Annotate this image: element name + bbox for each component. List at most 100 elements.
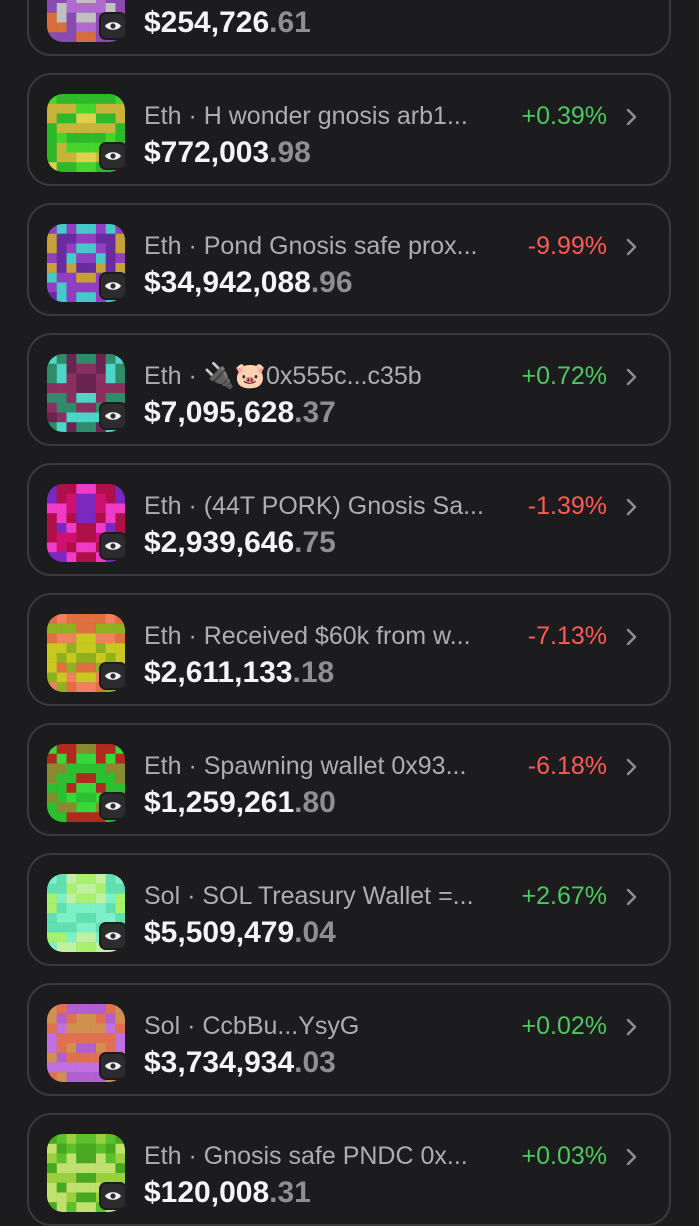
wallet-name: SOL Treasury Wallet =... [202,882,474,910]
balance-cents: .61 [269,6,311,39]
balance-cents: .31 [269,1176,311,1209]
change-percent: +0.02% [521,1012,608,1040]
wallet-balance: $2,611,133.18 [144,655,334,691]
chevron-right-icon [625,367,639,387]
eye-icon [99,12,127,40]
balance-cents: .37 [294,396,336,429]
eye-icon [99,532,127,560]
wallet-name: CcbBu...YsyG [202,1012,360,1040]
chain-name: Sol [144,1012,181,1040]
eye-icon [99,402,127,430]
wallet-label: Eth · (44T PORK) Gnosis Sa... [144,491,504,521]
wallet-card[interactable]: Eth · Gnosis safe PNDC 0x... $120,008.31 +… [27,1113,671,1226]
balance-cents: .03 [294,1046,336,1079]
wallet-label: Eth · H wonder gnosis arb1... [144,101,504,131]
wallet-card[interactable]: Sol · CcbBu...YsyG $3,734,934.03 +0.02% [27,983,671,1096]
wallet-label: Eth · Received $60k from w... [144,621,504,651]
wallet-balance: $2,939,646.75 [144,525,336,561]
wallet-card[interactable]: Sol · SOL Treasury Wallet =... $5,509,479… [27,853,671,966]
separator-dot: · [181,232,204,260]
chevron-right-icon [625,237,639,257]
eye-icon [99,792,127,820]
balance-whole: $34,942,088 [144,266,311,299]
separator-dot: · [180,1012,203,1040]
balance-whole: $2,939,646 [144,526,295,559]
separator-dot: · [181,622,204,650]
chevron-right-icon [625,107,639,127]
balance-cents: .98 [269,136,311,169]
eye-icon [99,1182,127,1210]
wallet-label: Eth · 🔌🐷0x555c...c35b [144,361,504,391]
wallet-label: Eth · Gnosis safe PNDC 0x... [144,1141,504,1171]
change-percent: +0.72% [521,362,608,390]
balance-cents: .75 [294,526,336,559]
wallet-card[interactable]: Eth · Pond Gnosis safe prox... $34,942,08… [27,203,671,316]
wallet-card[interactable]: Eth · Received $60k from w... $2,611,133.… [27,593,671,706]
eye-icon [99,272,127,300]
balance-whole: $2,611,133 [144,656,293,689]
wallet-label: Eth · Spawning wallet 0x93... [144,751,504,781]
balance-whole: $7,095,628 [144,396,295,429]
separator-dot: · [181,102,204,130]
eye-icon [99,1052,127,1080]
wallet-balance: $772,003.98 [144,135,311,171]
balance-whole: $254,726 [144,6,270,39]
separator-dot: · [181,1142,204,1170]
wallet-balance: $34,942,088.96 [144,265,353,301]
change-percent: +0.03% [521,1142,608,1170]
wallet-card[interactable]: Eth · Spawning wallet 0x93... $1,259,261.… [27,723,671,836]
balance-whole: $772,003 [144,136,270,169]
separator-dot: · [181,752,204,780]
wallet-balance: $5,509,479.04 [144,915,336,951]
wallet-name: Pond Gnosis safe prox... [203,232,478,260]
change-percent: +0.39% [521,102,608,130]
chain-name: Eth [144,492,182,520]
wallet-name: 0x555c...c35b [266,362,422,390]
wallet-name: Gnosis safe PNDC 0x... [203,1142,468,1170]
wallet-name: Received $60k from w... [203,622,471,650]
chevron-right-icon [625,757,639,777]
change-percent: -9.99% [527,232,607,260]
chevron-right-icon [625,887,639,907]
wallet-label: Eth · Pond Gnosis safe prox... [144,231,504,261]
eye-icon [99,922,127,950]
wallet-name: H wonder gnosis arb1... [203,102,468,130]
balance-whole: $1,259,261 [144,786,295,819]
chain-name: Eth [144,752,182,780]
wallet-label: Sol · SOL Treasury Wallet =... [144,881,504,911]
change-percent: +2.67% [521,882,608,910]
balance-cents: .04 [294,916,336,949]
chain-name: Eth [144,362,182,390]
change-percent: -1.39% [527,492,607,520]
wallet-label: Sol · CcbBu...YsyG [144,1011,504,1041]
balance-cents: .96 [310,266,353,299]
change-percent: -6.18% [527,752,607,780]
chevron-right-icon [625,1017,639,1037]
chevron-right-icon [625,627,639,647]
separator-dot: · [181,362,204,390]
chain-name: Eth [144,232,182,260]
change-percent: -7.13% [527,622,607,650]
chain-name: Eth [144,1142,182,1170]
wallet-balance: $120,008.31 [144,1175,311,1211]
chain-name: Eth [144,622,182,650]
separator-dot: · [181,492,204,520]
chevron-right-icon [625,1147,639,1167]
wallet-balance: $7,095,628.37 [144,395,336,431]
wallet-card[interactable]: Eth · (44T PORK) Gnosis Sa... $2,939,646.… [27,463,671,576]
wallet-name: (44T PORK) Gnosis Sa... [203,492,484,520]
wallet-balance: $1,259,261.80 [144,785,336,821]
wallet-card[interactable]: Eth · 🔌🐷0x555c...c35b $7,095,628.37 +0.72% [27,333,671,446]
balance-whole: $5,509,479 [144,916,295,949]
chain-name: Eth [144,102,182,130]
wallet-name: Spawning wallet 0x93... [203,752,467,780]
eye-icon [99,142,127,170]
balance-cents: .18 [292,656,335,689]
balance-whole: $120,008 [144,1176,270,1209]
balance-whole: $3,734,934 [144,1046,295,1079]
wallet-balance: $254,726.61 [144,5,311,41]
chain-name: Sol [144,882,181,910]
wallet-card[interactable]: Eth · H wonder gnosis arb1... $772,003.98… [27,73,671,186]
wallet-balance: $3,734,934.03 [144,1045,336,1081]
wallet-card[interactable]: $254,726.61 [27,0,671,56]
